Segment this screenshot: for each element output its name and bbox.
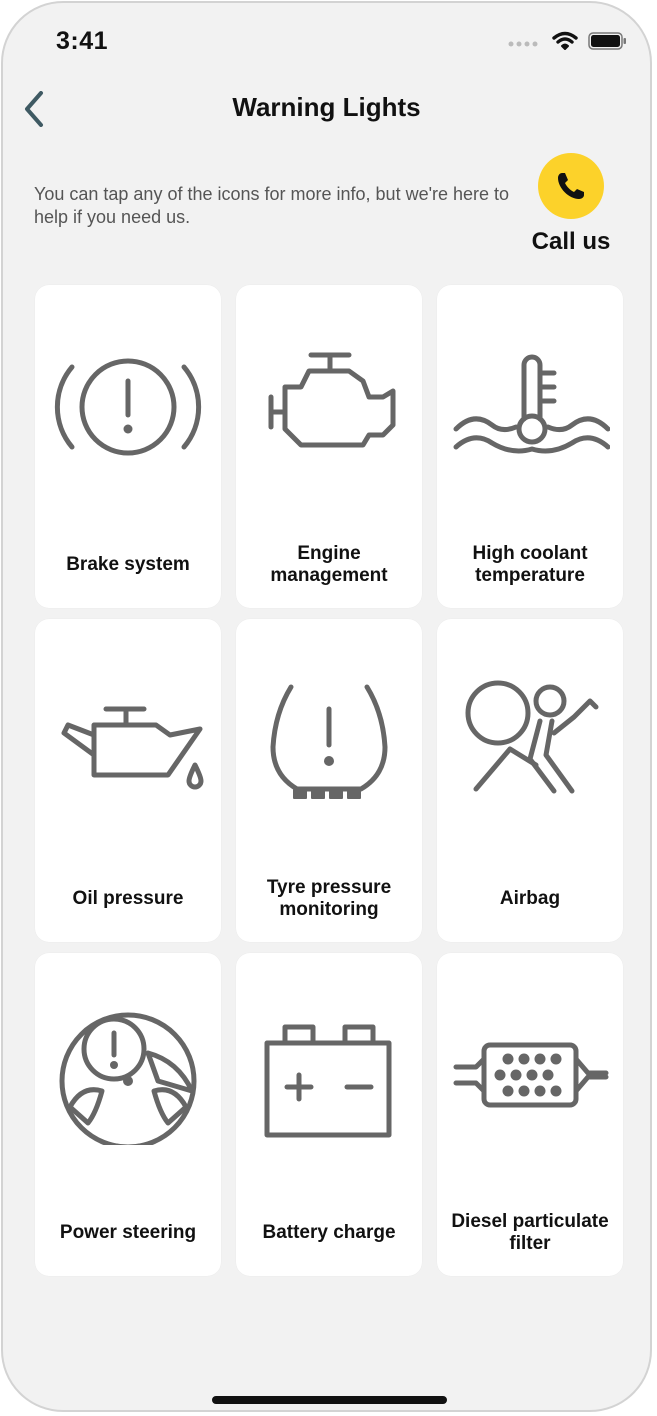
airbag-icon [450, 671, 610, 811]
battery-icon [249, 1005, 409, 1145]
warning-card-label: Oil pressure [72, 888, 184, 909]
phone-screen: 3:41 Warning Lights You can tap any of t… [1, 1, 652, 1412]
wifi-icon [552, 31, 578, 56]
steering-wheel-icon [48, 1005, 208, 1150]
engine-icon [249, 337, 409, 477]
warning-card-label: Airbag [499, 888, 561, 909]
coolant-temperature-icon [450, 337, 611, 477]
warning-card-label: Diesel particulate filter [451, 1211, 609, 1254]
brake-system-icon [48, 337, 208, 477]
warning-card-tyre-pressure-monitoring[interactable]: Tyre pressure monitoring [236, 619, 422, 942]
tyre-pressure-icon [249, 671, 409, 811]
home-indicator[interactable] [212, 1396, 447, 1404]
warning-card-high-coolant-temperature[interactable]: High coolant temperature [437, 285, 623, 608]
oil-can-icon [48, 671, 208, 811]
particulate-filter-icon [450, 1005, 610, 1145]
warning-card-label: Battery charge [262, 1222, 396, 1243]
call-us-button[interactable]: Call us [525, 153, 617, 256]
warning-card-brake-system[interactable]: Brake system [35, 285, 221, 608]
warning-card-diesel-particulate-filter[interactable]: Diesel particulate filter [437, 953, 623, 1276]
phone-icon [558, 173, 584, 199]
status-icons [508, 31, 628, 56]
warning-card-oil-pressure[interactable]: Oil pressure [35, 619, 221, 942]
warning-card-power-steering[interactable]: Power steering [35, 953, 221, 1276]
warning-card-label: Engine management [270, 543, 388, 586]
battery-status-icon [588, 31, 628, 56]
cellular-signal-icon [508, 35, 542, 53]
warning-card-airbag[interactable]: Airbag [437, 619, 623, 942]
warning-card-label: Tyre pressure monitoring [266, 877, 392, 920]
warning-card-battery-charge[interactable]: Battery charge [236, 953, 422, 1276]
warning-card-label: High coolant temperature [472, 543, 588, 586]
warning-lights-grid: Brake system Engine management High cool… [35, 285, 623, 1276]
warning-card-engine-management[interactable]: Engine management [236, 285, 422, 608]
call-us-label: Call us [531, 228, 611, 255]
warning-card-label: Brake system [66, 554, 190, 575]
status-time: 3:41 [56, 27, 109, 55]
page-title: Warning Lights [232, 92, 421, 122]
call-circle [538, 153, 604, 219]
warning-card-label: Power steering [59, 1222, 197, 1243]
intro-text: You can tap any of the icons for more in… [34, 184, 510, 227]
